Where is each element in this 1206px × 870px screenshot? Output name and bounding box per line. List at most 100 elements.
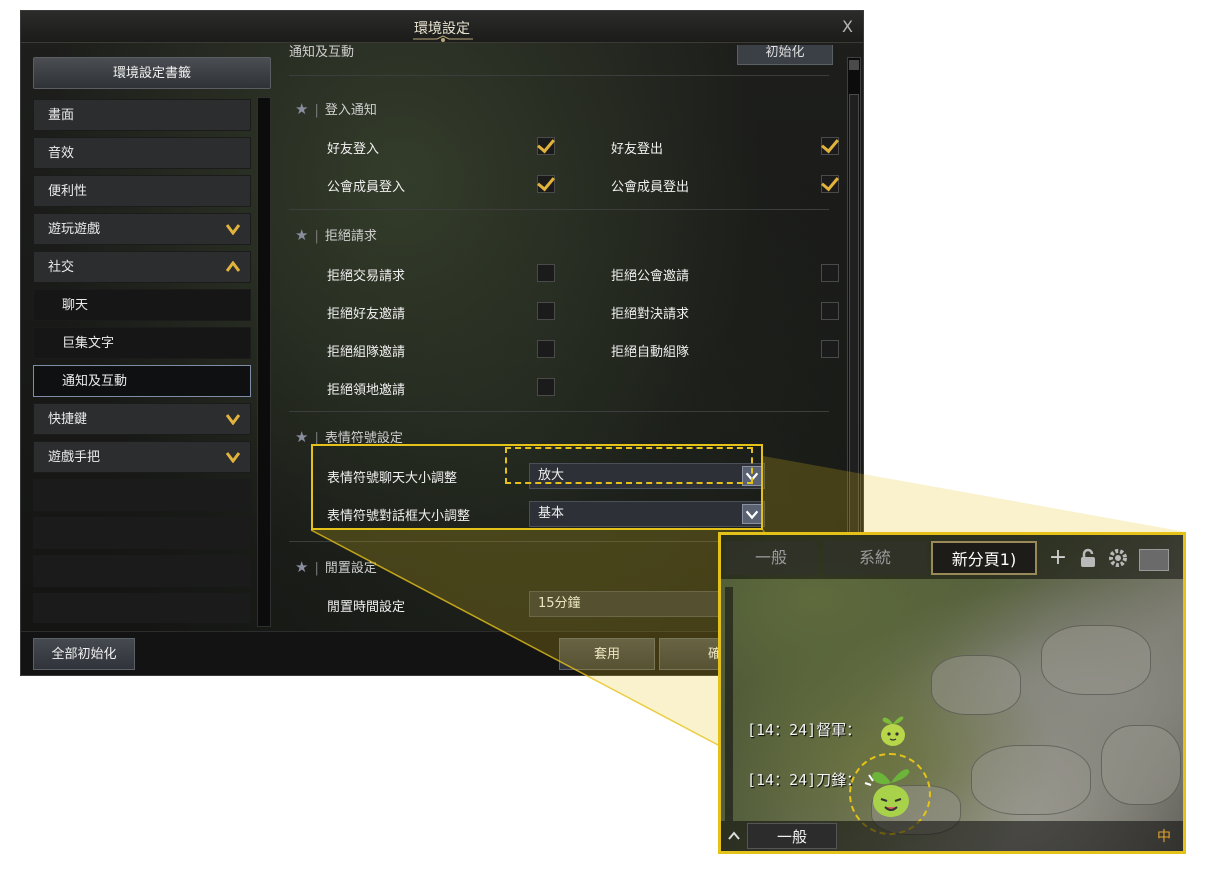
option-label: 拒絕自動組隊 [611,345,690,360]
divider [289,209,829,210]
sidebar-empty-slot [33,479,251,511]
sidebar-empty-slot [33,593,251,623]
chat-message: [14：24]刀鋒： [747,771,862,789]
chat-tab-new[interactable]: 新分頁1) [931,541,1037,575]
divider-bar: | [314,229,319,244]
sidebar-item-label: 畫面 [48,108,75,123]
add-tab-button[interactable]: + [1043,541,1073,575]
star-icon: ★ [295,100,309,118]
checkbox-reject-friend[interactable] [537,302,555,320]
title-ornament-icon [413,35,473,42]
chat-input-bar[interactable]: 一般 中 [721,821,1183,851]
checkbox-reject-duel[interactable] [821,302,839,320]
star-icon: ★ [295,226,309,244]
divider-bar: | [314,103,319,118]
checkbox-reject-guild[interactable] [821,264,839,282]
checkbox-reject-auto-party[interactable] [821,340,839,358]
chevron-up-icon[interactable] [727,829,741,843]
sidebar-item-label: 遊玩遊戲 [48,222,101,237]
stone-tile [1101,725,1181,805]
stone-tile [931,655,1021,715]
minimize-button[interactable] [1139,549,1169,571]
checkbox-reject-trade[interactable] [537,264,555,282]
section-title-idle: ★ | 閒置設定 [295,557,377,576]
lock-icon[interactable] [1077,547,1099,569]
star-icon: ★ [295,428,309,446]
chevron-down-icon [226,224,240,235]
option-label: 拒絕交易請求 [327,269,406,284]
ime-indicator: 中 [1157,829,1171,845]
reset-all-button[interactable]: 全部初始化 [33,638,135,670]
gear-icon[interactable] [1107,547,1129,569]
chevron-down-icon [226,414,240,425]
section-title-reject: ★ | 拒絕請求 [295,225,377,244]
checkbox-friend-login[interactable] [537,137,555,155]
sidebar-empty-slot [33,517,251,549]
dropdown-value: 15分鐘 [538,596,581,611]
sidebar-item-gamepad[interactable]: 遊戲手把 [33,441,251,473]
sprout-emoticon-large-icon [864,769,910,817]
option-label: 好友登出 [611,142,664,157]
option-label: 好友登入 [327,142,380,157]
section-title-text: 登入通知 [324,103,377,118]
checkbox-friend-logout[interactable] [821,137,839,155]
option-label: 閒置時間設定 [327,600,406,615]
sidebar-item-social[interactable]: 社交 [33,251,251,283]
divider [289,75,829,76]
section-title-text: 拒絕請求 [324,229,377,244]
checkbox-guild-logout[interactable] [821,175,839,193]
checkbox-reject-party[interactable] [537,340,555,358]
checkbox-guild-login[interactable] [537,175,555,193]
sidebar-header: 環境設定書籤 [33,57,271,89]
sidebar-subitem-chat[interactable]: 聊天 [33,289,251,321]
chevron-up-icon [226,261,240,272]
sidebar-item-label: 音效 [48,146,75,161]
apply-button[interactable]: 套用 [559,638,655,670]
divider [289,411,829,412]
chat-scrollbar[interactable] [725,587,733,821]
sidebar-item-label: 快捷鍵 [48,412,88,427]
sidebar-subitem-notifications[interactable]: 通知及互動 [33,365,251,397]
sidebar-item-label: 便利性 [48,184,88,199]
sidebar-item-label: 聊天 [62,298,89,313]
chat-tab-bar: 一般 系統 新分頁1) + [721,535,1183,579]
scroll-up-icon[interactable] [849,60,859,70]
option-label: 拒絕好友邀請 [327,307,406,322]
stone-tile [1041,625,1151,695]
scroll-thumb[interactable] [849,94,859,584]
checkbox-reject-territory[interactable] [537,378,555,396]
chevron-down-icon [226,452,240,463]
chat-tab-system[interactable]: 系統 [823,541,927,575]
highlight-dashed-box [505,447,753,484]
option-label: 拒絕對決請求 [611,307,690,322]
chat-message: [14：24]督軍： [747,721,862,739]
stone-tile [971,745,1091,815]
close-button[interactable]: X [842,17,853,36]
sidebar-scrollbar[interactable] [257,97,271,627]
sidebar-subitem-macro[interactable]: 巨集文字 [33,327,251,359]
sidebar-item-sound[interactable]: 音效 [33,137,251,169]
section-title-text: 閒置設定 [324,561,377,576]
divider-bar: | [314,561,319,576]
chat-channel-button[interactable]: 一般 [747,823,837,849]
sidebar-item-gameplay[interactable]: 遊玩遊戲 [33,213,251,245]
sidebar-item-display[interactable]: 畫面 [33,99,251,131]
option-label: 拒絕領地邀請 [327,383,406,398]
option-label: 拒絕公會邀請 [611,269,690,284]
sidebar-item-hotkeys[interactable]: 快捷鍵 [33,403,251,435]
option-label: 公會成員登入 [327,180,406,195]
section-title-login: ★ | 登入通知 [295,99,377,118]
chat-tab-general[interactable]: 一般 [725,541,817,575]
sidebar-item-convenience[interactable]: 便利性 [33,175,251,207]
option-label: 公會成員登出 [611,180,690,195]
chat-zoom-panel: 一般 系統 新分頁1) + [14：24]督軍： [14：24]刀鋒： 一般 中 [718,532,1186,854]
reset-section-button[interactable]: 初始化 [737,45,833,65]
sidebar-item-label: 巨集文字 [62,336,115,351]
section-heading-cut: 通知及互動 [289,45,355,60]
star-icon: ★ [295,558,309,576]
sprout-emoticon-small-icon [881,716,905,746]
sidebar-item-label: 通知及互動 [62,374,128,389]
option-label: 拒絕組隊邀請 [327,345,406,360]
title-bar: 環境設定 X [21,11,863,43]
sidebar-empty-slot [33,555,251,587]
